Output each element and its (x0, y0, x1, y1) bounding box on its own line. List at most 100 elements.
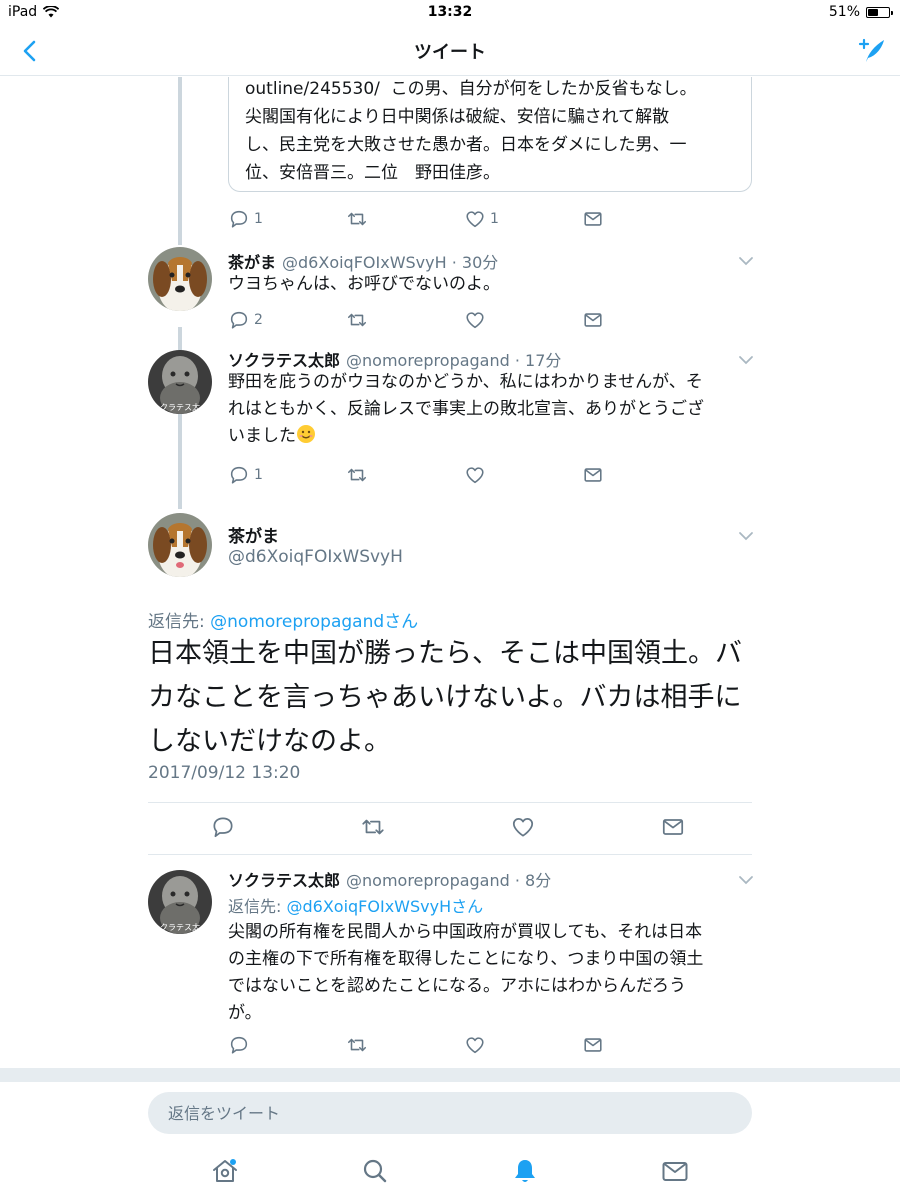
reply-icon (230, 1036, 248, 1054)
tweet-text-line: いました (228, 423, 758, 450)
chevron-down-icon[interactable] (736, 526, 756, 546)
quoted-tweet-text: outline/245530/ この男、自分が何をしたか反省もなし。 尖閣国有化… (245, 79, 697, 183)
reply-action[interactable] (228, 1032, 346, 1058)
chevron-down-icon[interactable] (736, 251, 756, 271)
heart-icon (466, 467, 484, 484)
avatar[interactable]: クラテス太 (148, 350, 212, 414)
user-handle[interactable]: @d6XoiqFOIxWSvyH (228, 547, 403, 567)
thread-line (178, 77, 182, 245)
clock: 13:32 (427, 4, 473, 20)
avatar-caption: クラテス太 (160, 922, 200, 932)
tab-messages[interactable] (660, 1156, 690, 1186)
tab-notifications[interactable] (510, 1156, 540, 1186)
reply-icon (230, 311, 248, 329)
heart-icon (466, 211, 484, 228)
conversation-timeline: outline/245530/ この男、自分が何をしたか反省もなし。 尖閣国有化… (0, 77, 900, 1067)
beagle-avatar-icon (148, 513, 212, 577)
retweet-action[interactable] (346, 307, 464, 333)
tweet-header: ソクラテス太郎 @nomorepropagand · 8分 (228, 867, 551, 891)
status-right: 51% (828, 4, 893, 20)
reply-icon[interactable] (210, 814, 236, 840)
search-icon (363, 1159, 387, 1183)
reply-target-link[interactable]: @d6XoiqFOIxWSvyHさん (286, 897, 483, 916)
share-action[interactable] (582, 206, 612, 232)
retweet-icon (347, 212, 367, 226)
display-name[interactable]: ソクラテス太郎 (228, 871, 340, 890)
reply-context: 返信先: @d6XoiqFOIxWSvyHさん (228, 893, 483, 917)
navigation-bar: ツイート (0, 26, 900, 76)
share-action[interactable] (582, 1032, 612, 1058)
reply-count: 1 (254, 467, 263, 483)
section-separator (0, 1068, 900, 1082)
reply-target-link[interactable]: @nomorepropagandさん (210, 612, 418, 632)
retweet-action[interactable] (346, 206, 464, 232)
reply-icon (230, 466, 248, 484)
tweet-text-line: が。 (228, 1003, 262, 1023)
tweet-text: 尖閣の所有権を民間人から中国政府が買収しても、それは日本 の主権の下で所有権を取… (228, 919, 758, 1027)
like-action[interactable]: 1 (464, 206, 582, 232)
like-action[interactable] (464, 1032, 582, 1058)
tweet-timestamp: 2017/09/12 13:20 (148, 763, 301, 783)
mail-icon[interactable] (660, 814, 686, 840)
mail-icon (584, 313, 602, 327)
chevron-down-icon[interactable] (736, 350, 756, 370)
retweet-icon (347, 313, 367, 327)
avatar[interactable]: クラテス太 (148, 870, 212, 934)
display-name[interactable]: ソクラテス太郎 (228, 351, 340, 370)
reply-context: 返信先: @nomorepropagandさん (148, 607, 418, 632)
reply-action[interactable]: 2 (228, 307, 346, 333)
reply-prefix: 返信先: (228, 897, 287, 916)
retweet-icon[interactable] (360, 814, 386, 840)
quoted-tweet-card[interactable]: outline/245530/ この男、自分が何をしたか反省もなし。 尖閣国有化… (228, 77, 752, 192)
like-count: 1 (490, 211, 499, 227)
avatar[interactable] (148, 247, 212, 311)
messages-icon (662, 1162, 688, 1181)
display-name[interactable]: 茶がま (228, 522, 279, 547)
reply-count: 2 (254, 312, 263, 328)
share-action[interactable] (582, 462, 612, 488)
battery-percent: 51% (828, 4, 860, 20)
reply-action[interactable]: 1 (228, 206, 346, 232)
reply-input[interactable] (148, 1092, 752, 1134)
tweet-actions (148, 814, 752, 844)
user-handle[interactable]: @nomorepropagand · 8分 (346, 871, 551, 890)
retweet-icon (347, 1038, 367, 1052)
user-handle[interactable]: @nomorepropagand · 17分 (346, 351, 561, 370)
tweet-text-line: の主権の下で所有権を取得したことになり、つまり中国の領土 (228, 949, 704, 969)
beagle-avatar-icon (148, 247, 212, 311)
reply-action[interactable]: 1 (228, 462, 346, 488)
tweet-text-line: ではないことを認めたことになる。アホにはわからんだろう (228, 976, 686, 996)
tweet-header: 茶がま @d6XoiqFOIxWSvyH · 30分 (228, 249, 498, 273)
tweet-actions: 1 (228, 462, 648, 488)
battery-icon (866, 6, 893, 18)
compose-tweet-icon[interactable] (854, 34, 888, 68)
avatar[interactable] (148, 513, 212, 577)
tab-search[interactable] (360, 1156, 390, 1186)
divider (148, 854, 752, 855)
tab-home[interactable] (210, 1156, 240, 1186)
heart-icon (466, 312, 484, 329)
reply-count: 1 (254, 211, 263, 227)
share-action[interactable] (582, 307, 612, 333)
heart-icon[interactable] (510, 814, 536, 840)
retweet-action[interactable] (346, 462, 464, 488)
mail-icon (584, 468, 602, 482)
display-name[interactable]: 茶がま (228, 253, 276, 272)
user-handle[interactable]: @d6XoiqFOIxWSvyH · 30分 (282, 253, 498, 272)
socrates-avatar-icon: クラテス太 (148, 870, 212, 934)
notifications-bell-icon (515, 1160, 535, 1182)
like-action[interactable] (464, 462, 582, 488)
mail-icon (584, 212, 602, 226)
tweet-text-line: 野田を庇うのがウヨなのかどうか、私にはわかりませんが、そ (228, 372, 703, 392)
tweet-actions: 2 (228, 307, 648, 333)
page-title: ツイート (414, 42, 486, 63)
reply-prefix: 返信先: (148, 612, 211, 632)
tweet-text: ウヨちゃんは、お呼びでないのよ。 (228, 274, 500, 294)
like-action[interactable] (464, 307, 582, 333)
chevron-down-icon[interactable] (736, 870, 756, 890)
divider (148, 802, 752, 803)
reply-composer (0, 1082, 900, 1144)
socrates-avatar-icon: クラテス太 (148, 350, 212, 414)
retweet-action[interactable] (346, 1032, 464, 1058)
home-icon (213, 1159, 237, 1182)
